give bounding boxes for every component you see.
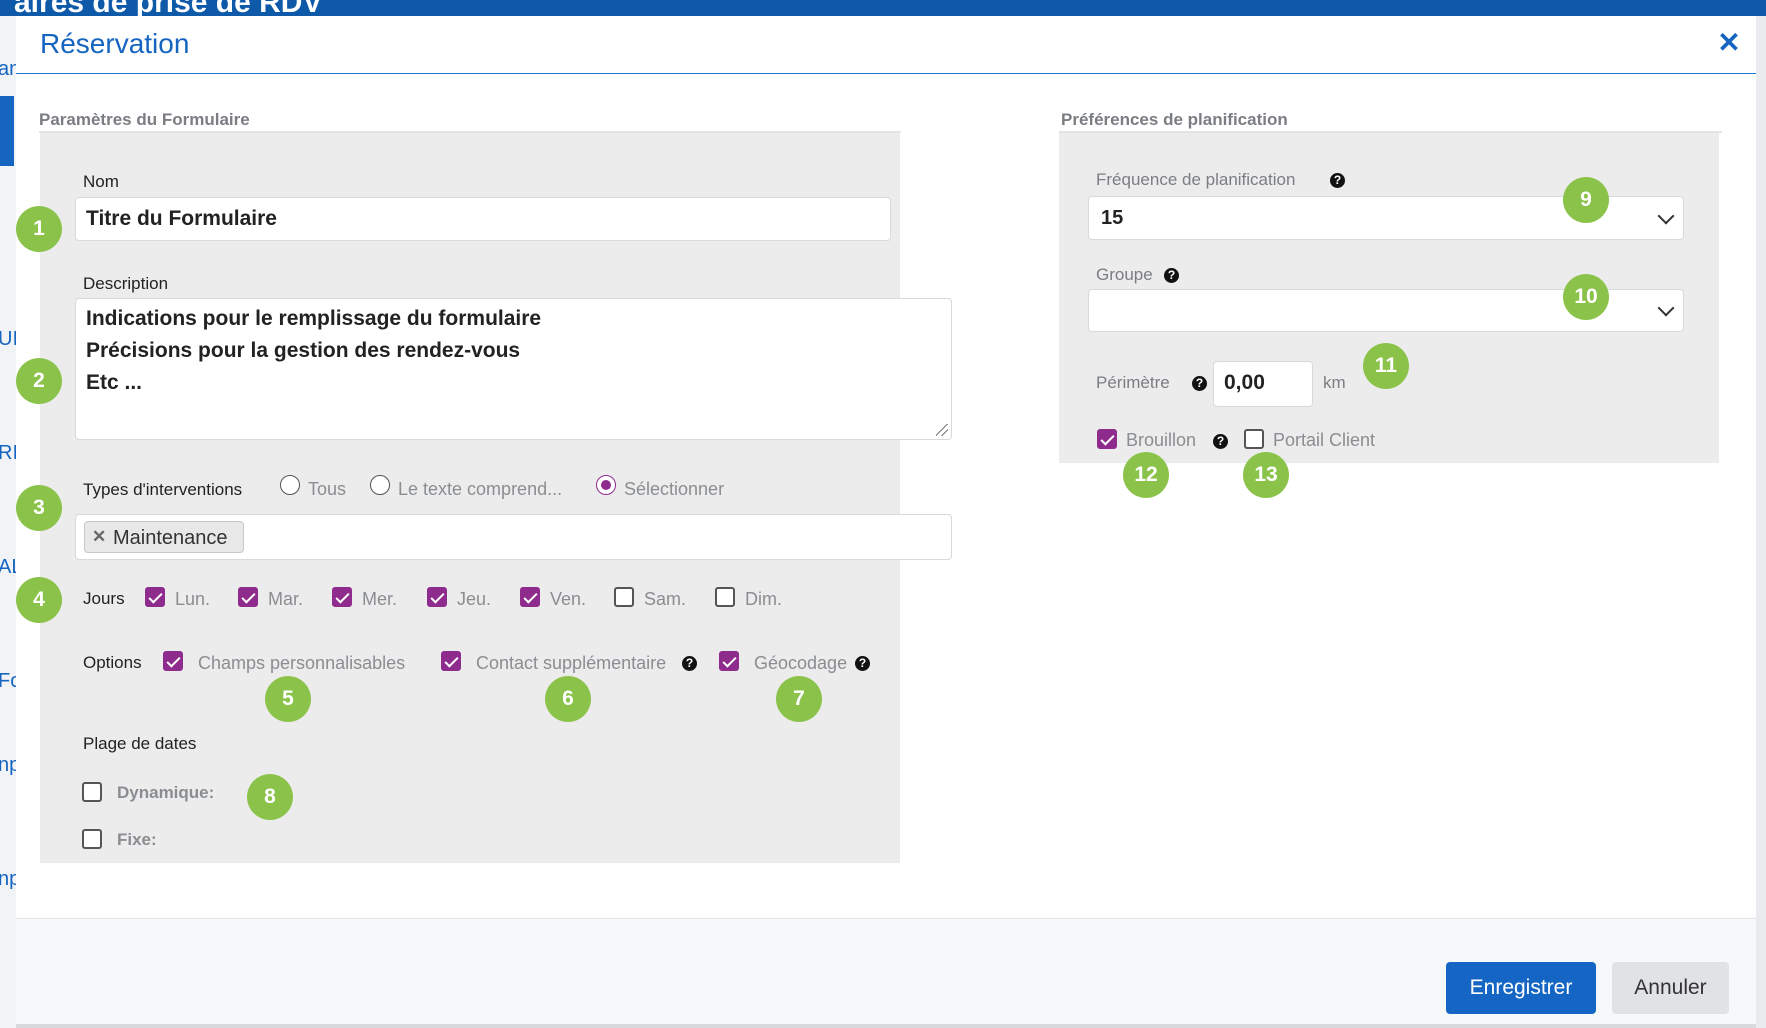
checkbox-dim[interactable] bbox=[715, 587, 735, 607]
group-label: Groupe bbox=[1096, 265, 1153, 284]
help-icon[interactable]: ? bbox=[1192, 376, 1207, 391]
checkbox-mar-label: Mar. bbox=[268, 589, 304, 609]
perimeter-label: Périmètre bbox=[1096, 373, 1170, 392]
radio-le-texte-comprend[interactable] bbox=[370, 475, 390, 495]
modal-footer: Enregistrer Annuler bbox=[16, 918, 1756, 1024]
checkbox-fixe-label: Fixe: bbox=[117, 830, 157, 849]
planning-prefs-title: Préférences de planification bbox=[1061, 110, 1288, 129]
save-button[interactable]: Enregistrer bbox=[1446, 962, 1596, 1014]
description-text: Indications pour le remplissage du formu… bbox=[86, 303, 541, 399]
name-label: Nom bbox=[83, 172, 119, 191]
cancel-button[interactable]: Annuler bbox=[1612, 962, 1729, 1014]
description-label: Description bbox=[83, 274, 169, 293]
annotation-badge: 7 bbox=[776, 676, 822, 722]
annotation-badge: 12 bbox=[1123, 452, 1169, 498]
checkbox-portail-client-label: Portail Client bbox=[1273, 430, 1376, 450]
name-input[interactable]: Titre du Formulaire bbox=[75, 197, 891, 241]
form-settings-title: Paramètres du Formulaire bbox=[39, 110, 250, 129]
checkbox-ven-label: Ven. bbox=[550, 589, 587, 609]
annotation-badge: 4 bbox=[16, 577, 62, 623]
checkbox-brouillon[interactable] bbox=[1097, 429, 1117, 449]
tag-remove-icon[interactable]: ✕ bbox=[92, 527, 106, 547]
name-input-value: Titre du Formulaire bbox=[86, 207, 277, 230]
perimeter-input[interactable]: 0,00 bbox=[1213, 361, 1313, 407]
frequency-select-value: 15 bbox=[1101, 207, 1124, 229]
annotation-badge: 9 bbox=[1563, 177, 1609, 223]
checkbox-ven[interactable] bbox=[520, 587, 540, 607]
background-bar bbox=[0, 96, 14, 166]
checkbox-sam[interactable] bbox=[614, 587, 634, 607]
checkbox-champs-personnalisables[interactable] bbox=[163, 651, 183, 671]
perimeter-unit: km bbox=[1323, 373, 1346, 392]
checkbox-jeu[interactable] bbox=[427, 587, 447, 607]
help-icon[interactable]: ? bbox=[1213, 434, 1228, 449]
background-bottom-strip bbox=[16, 1024, 1756, 1028]
modal-header: Réservation ✕ bbox=[16, 16, 1756, 74]
checkbox-lun-label: Lun. bbox=[175, 589, 211, 609]
description-line: Indications pour le remplissage du formu… bbox=[86, 307, 542, 330]
checkbox-portail-client[interactable] bbox=[1244, 429, 1264, 449]
radio-tous-label: Tous bbox=[308, 479, 347, 499]
reservation-modal: Réservation ✕ Paramètres du Formulaire N… bbox=[16, 16, 1756, 1024]
description-textarea[interactable]: Indications pour le remplissage du formu… bbox=[75, 298, 952, 440]
help-icon[interactable]: ? bbox=[1330, 173, 1345, 188]
radio-le-texte-comprend-label: Le texte comprend... bbox=[398, 479, 563, 499]
checkbox-dynamique[interactable] bbox=[82, 782, 102, 802]
background-right-strip bbox=[1756, 16, 1766, 1028]
checkbox-geocodage-label: Géocodage bbox=[754, 653, 848, 673]
intervention-types-label: Types d'interventions bbox=[83, 480, 243, 499]
annotation-badge: 1 bbox=[16, 206, 62, 252]
annotation-badge: 3 bbox=[16, 485, 62, 531]
checkbox-jeu-label: Jeu. bbox=[457, 589, 492, 609]
help-icon[interactable]: ? bbox=[855, 656, 870, 671]
annotation-badge: 5 bbox=[265, 676, 311, 722]
resize-handle-icon[interactable] bbox=[936, 424, 948, 436]
checkbox-contact-supplementaire-label: Contact supplémentaire bbox=[476, 653, 667, 673]
annotation-badge: 8 bbox=[247, 774, 293, 820]
description-line: Précisions pour la gestion des rendez-vo… bbox=[86, 339, 521, 362]
annotation-badge: 11 bbox=[1363, 343, 1409, 389]
checkbox-champs-personnalisables-label: Champs personnalisables bbox=[198, 653, 406, 673]
checkbox-mer[interactable] bbox=[332, 587, 352, 607]
radio-tous[interactable] bbox=[280, 475, 300, 495]
checkbox-fixe[interactable] bbox=[82, 829, 102, 849]
background-app-title: aires de prise de RDV bbox=[14, 0, 322, 16]
checkbox-mer-label: Mer. bbox=[362, 589, 398, 609]
checkbox-sam-label: Sam. bbox=[644, 589, 687, 609]
tag-maintenance: ✕ Maintenance bbox=[84, 521, 244, 553]
radio-selectionner[interactable] bbox=[596, 475, 616, 495]
checkbox-contact-supplementaire[interactable] bbox=[441, 651, 461, 671]
chevron-down-icon bbox=[1657, 207, 1675, 225]
help-icon[interactable]: ? bbox=[1164, 268, 1179, 283]
date-range-label: Plage de dates bbox=[83, 734, 197, 753]
annotation-badge: 10 bbox=[1563, 274, 1609, 320]
chevron-down-icon bbox=[1657, 299, 1675, 317]
annotation-badge: 2 bbox=[16, 358, 62, 404]
checkbox-dynamique-label: Dynamique: bbox=[117, 783, 215, 802]
perimeter-input-value: 0,00 bbox=[1224, 371, 1265, 394]
days-label: Jours bbox=[83, 589, 125, 608]
options-label: Options bbox=[83, 653, 142, 672]
radio-selectionner-label: Sélectionner bbox=[624, 479, 725, 499]
tag-label: Maintenance bbox=[113, 527, 228, 549]
intervention-types-tag-input[interactable]: ✕ Maintenance bbox=[75, 514, 952, 560]
help-icon[interactable]: ? bbox=[682, 656, 697, 671]
checkbox-mar[interactable] bbox=[238, 587, 258, 607]
frequency-label: Fréquence de planification bbox=[1096, 170, 1296, 189]
modal-title: Réservation bbox=[40, 28, 190, 59]
description-line: Etc ... bbox=[86, 371, 143, 394]
close-icon[interactable]: ✕ bbox=[1716, 29, 1742, 57]
annotation-badge: 13 bbox=[1243, 452, 1289, 498]
background-left-strip: an UI RIS AL Fo np np bbox=[0, 16, 31, 1028]
checkbox-brouillon-label: Brouillon bbox=[1126, 430, 1197, 450]
annotation-badge: 6 bbox=[545, 676, 591, 722]
background-app-header: aires de prise de RDV bbox=[0, 0, 1766, 16]
checkbox-lun[interactable] bbox=[145, 587, 165, 607]
checkbox-dim-label: Dim. bbox=[745, 589, 782, 609]
checkbox-geocodage[interactable] bbox=[719, 651, 739, 671]
